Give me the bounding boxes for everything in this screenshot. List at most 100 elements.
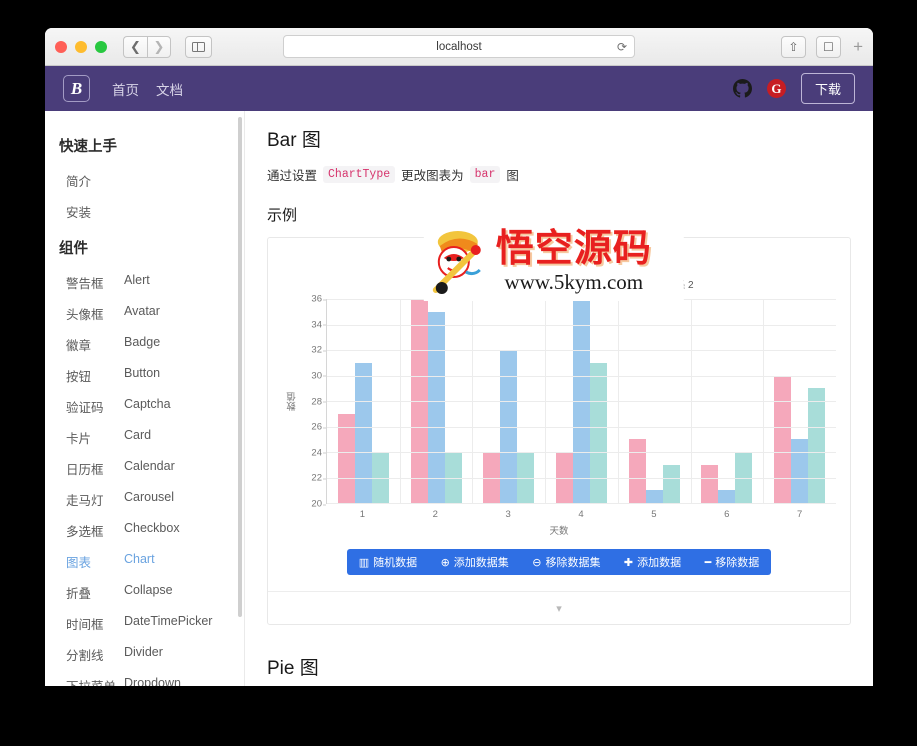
sidebar-item-divider[interactable]: 分割线Divider [45,639,244,670]
legend-label: 数据集 0 [464,276,502,291]
x-axis-label: 天数 [282,523,836,537]
share-button[interactable]: ⇧ [781,36,806,58]
y-tick-30: 30 [311,370,322,381]
site-nav-links: 首页 文档 [112,79,183,99]
sidebar-item-intro[interactable]: 简介 [45,165,244,196]
circle-minus-button[interactable]: ⊖移除数据集 [528,554,604,570]
back-button[interactable]: ❮ [123,36,147,58]
sidebar-item-alert[interactable]: 警告框Alert [45,267,244,298]
github-icon[interactable] [733,79,752,98]
sidebar-item-label-cn: 验证码 [66,397,124,416]
vgridline [618,299,619,503]
sidebar-item-label-en: Badge [124,335,160,354]
forward-button[interactable]: ❯ [147,36,171,58]
page-title-pie: Pie 图 [267,653,851,680]
x-tick-5: 5 [617,504,690,520]
sidebar-item-captcha[interactable]: 验证码Captcha [45,391,244,422]
new-tab-button[interactable]: + [851,37,863,57]
toolbar-right-tools: ⇧ ☐ + [781,36,863,58]
demo-collapse-toggle[interactable]: ▾ [268,591,850,624]
y-tick-32: 32 [311,345,322,356]
sidebar-item-label-en: Button [124,366,160,385]
button-label: 随机数据 [373,554,417,570]
y-axis-label: 数值 [286,299,300,504]
sidebar-toggle-button[interactable] [185,36,212,58]
bar[interactable] [646,490,663,503]
button-label: 移除数据集 [545,554,600,570]
sidebar-item-label-en: Collapse [124,583,173,602]
minus-button[interactable]: ━移除数据 [701,554,764,570]
bar[interactable] [808,388,825,503]
sidebar-item-collapse[interactable]: 折叠Collapse [45,577,244,608]
sidebar-item-label-en: Carousel [124,490,174,509]
legend-swatch [424,278,458,289]
sidebar-item-checkbox[interactable]: 多选框Checkbox [45,515,244,546]
bar[interactable] [355,363,372,503]
nav-link-docs[interactable]: 文档 [156,79,183,99]
chart-title: Chart [282,256,836,268]
bar[interactable] [701,465,718,503]
sidebar-item-carousel[interactable]: 走马灯Carousel [45,484,244,515]
address-bar[interactable]: localhost ⟳ [283,35,635,58]
gitee-icon[interactable]: G [767,79,786,98]
bar[interactable] [718,490,735,503]
bar[interactable] [428,312,445,503]
x-tick-7: 7 [763,504,836,520]
sidebar-item-calendar[interactable]: 日历框Calendar [45,453,244,484]
nav-link-home[interactable]: 首页 [112,79,139,99]
sidebar-item-button[interactable]: 按钮Button [45,360,244,391]
legend-item-1[interactable]: 数据集 1 [520,276,598,291]
x-tick-3: 3 [472,504,545,520]
sidebar-item-label-en: Alert [124,273,150,292]
chart-legend: 数据集 0 数据集 1 数据集 2 [282,276,836,291]
circle-plus-button[interactable]: ⊕添加数据集 [437,554,513,570]
y-tick-22: 22 [311,473,322,484]
chart-action-toolbar: ▥随机数据 ⊕添加数据集 ⊖移除数据集 ✚添加数据 ━移除数据 [347,549,771,575]
bar-demo-body: Chart 数据集 0数据集 1数据集 2 数值 202224262830323… [268,238,850,591]
sidebar-item-label-cn: 头像框 [66,304,124,323]
download-button[interactable]: 下载 [801,73,855,104]
sidebar-item-label-en: Captcha [124,397,171,416]
bar[interactable] [629,439,646,503]
vgridline [545,299,546,503]
bar-chart-button[interactable]: ▥随机数据 [355,554,421,570]
sidebar-item-avatar[interactable]: 头像框Avatar [45,298,244,329]
chart-plot-area: 数值 202224262830323436 [282,299,836,504]
sidebar-item-label-en: Divider [124,645,163,664]
bar[interactable] [774,376,791,504]
sidebar-item-badge[interactable]: 徽章Badge [45,329,244,360]
sidebar-item-label-en: Checkbox [124,521,180,540]
sidebar-group-title-quickstart: 快速上手 [45,125,244,165]
close-window-button[interactable] [55,41,67,53]
legend-item-2[interactable]: 数据集 2 [615,276,693,291]
vgridline [691,299,692,503]
sidebar-item-datetimepicker[interactable]: 时间框DateTimePicker [45,608,244,639]
bar[interactable] [590,363,607,503]
tab-overview-button[interactable]: ☐ [816,36,841,58]
y-tick-26: 26 [311,422,322,433]
legend-label: 数据集 2 [655,276,693,291]
sidebar-item-chart[interactable]: 图表Chart [45,546,244,577]
sidebar-scrollbar[interactable] [238,117,242,617]
button-label: 添加数据集 [454,554,509,570]
sidebar-item-label-en: DateTimePicker [124,614,212,633]
site-logo[interactable]: B [63,75,90,102]
legend-item-0[interactable]: 数据集 0 [424,276,502,291]
desc-prefix: 通过设置 [267,165,317,184]
code-bar: bar [470,166,501,183]
sidebar-item-card[interactable]: 卡片Card [45,422,244,453]
sidebar-item-label-en: Chart [124,552,155,571]
reload-icon[interactable]: ⟳ [617,40,627,54]
bar[interactable] [791,439,808,503]
minimize-window-button[interactable] [75,41,87,53]
vgridline [400,299,401,503]
plus-button[interactable]: ✚添加数据 [620,554,685,570]
bar[interactable] [663,465,680,503]
sidebar-item-install[interactable]: 安装 [45,196,244,227]
sidebar-item-label-cn: 日历框 [66,459,124,478]
example-heading-bar: 示例 [267,204,851,225]
page-title-bar: Bar 图 [267,125,851,152]
maximize-window-button[interactable] [95,41,107,53]
sidebar-item-dropdown[interactable]: 下拉菜单Dropdown [45,670,244,686]
sidebar-toggle-icon [192,42,205,52]
